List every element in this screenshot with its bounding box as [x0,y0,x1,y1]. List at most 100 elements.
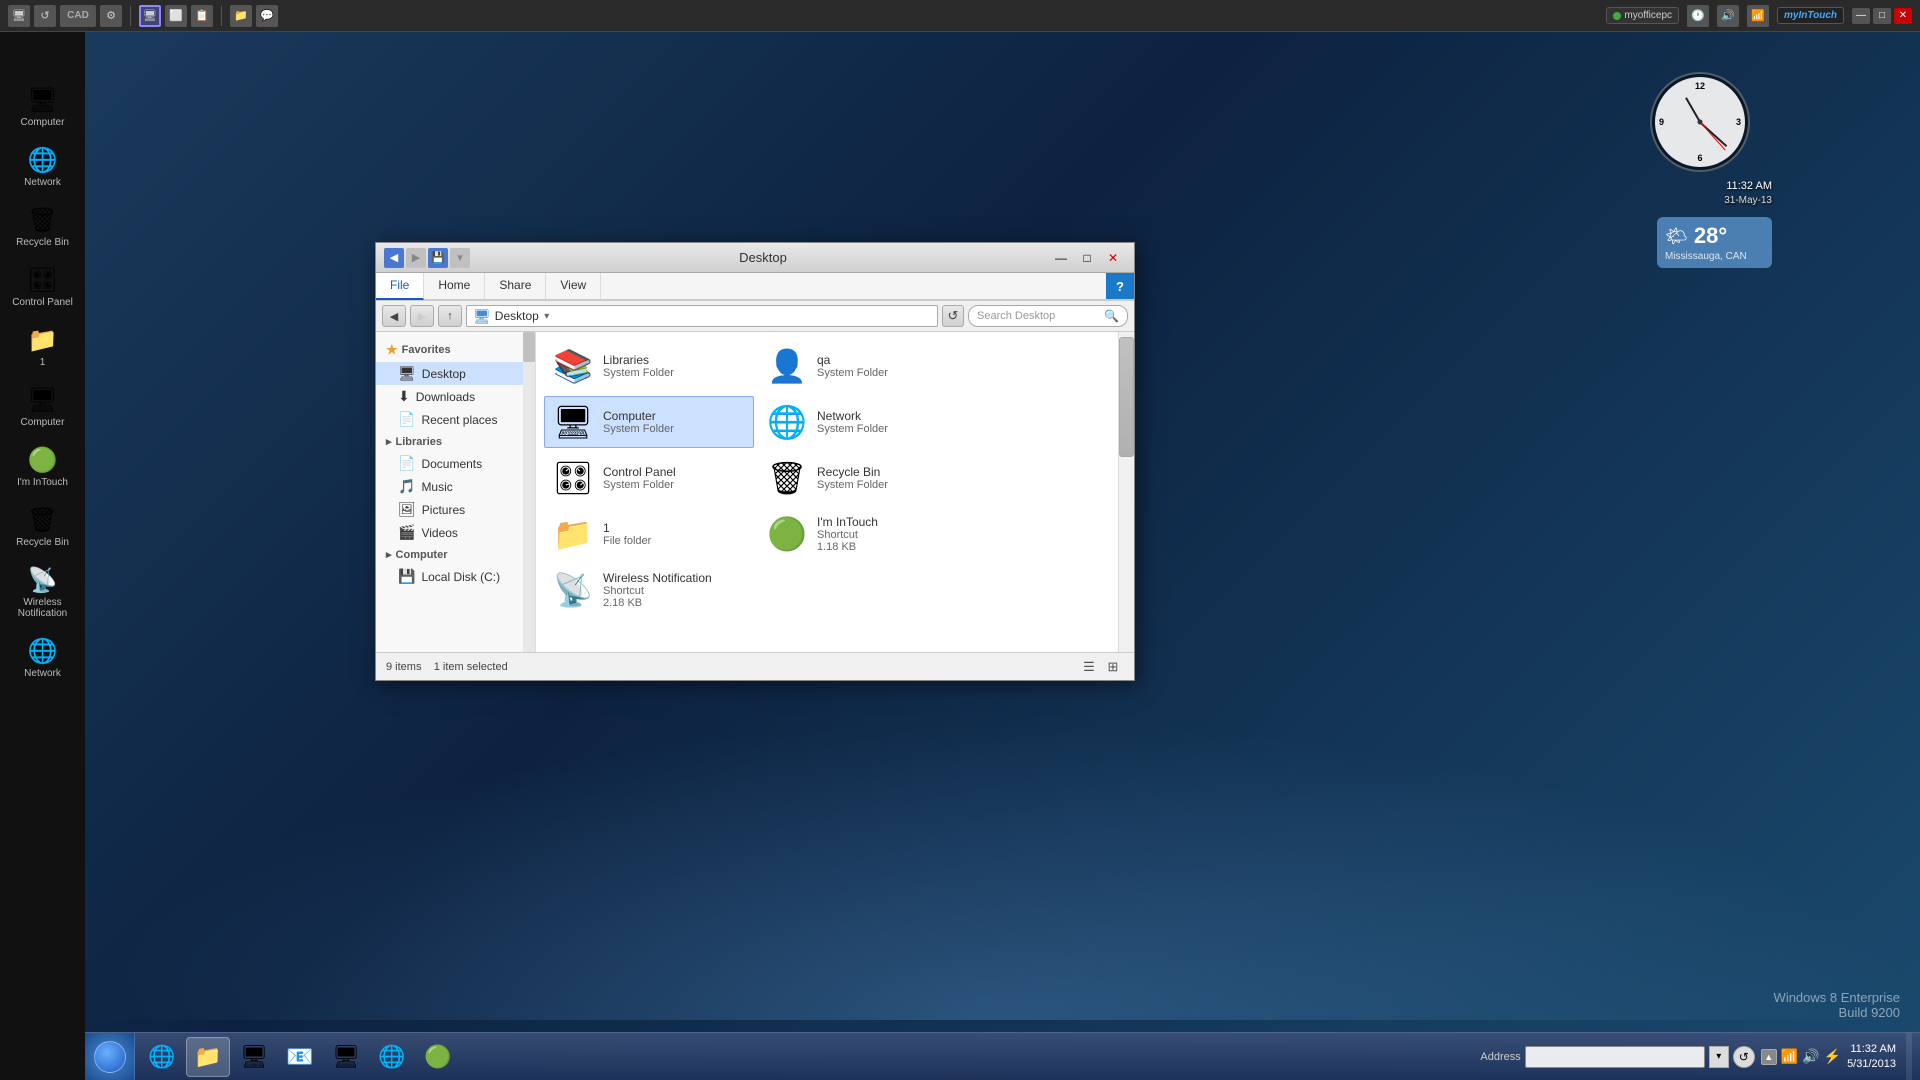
rsb-control[interactable]: 🎛 Control Panel [8,262,78,312]
rsb-recycle2[interactable]: 🗑 Recycle Bin [8,502,78,552]
nav-scrollbar-track[interactable] [523,338,535,646]
rsb-network-label: Network [24,177,61,188]
taskbar-clock[interactable]: 11:32 AM 5/31/2013 [1847,1042,1896,1071]
ribbon-tab-home[interactable]: Home [424,273,485,299]
nav-item-music[interactable]: 🎵 Music [376,475,535,498]
tb-icon-1[interactable]: 🖥 [8,5,30,27]
myofficepc-button[interactable]: myofficepc [1606,7,1679,24]
rsb-computer-icon: 🖥 [27,86,57,115]
content-scrollbar[interactable] [1118,332,1134,652]
file-recycle-bin[interactable]: 🗑 Recycle Bin System Folder [758,452,968,504]
nav-scrollbar-thumb[interactable] [523,338,535,362]
tb-icon-5[interactable]: 📋 [191,5,213,27]
nav-item-videos[interactable]: 🎬 Videos [376,521,535,544]
view-tiles-btn[interactable]: ⊞ [1102,657,1124,677]
tb-icon-4[interactable]: ⬜ [165,5,187,27]
taskbar-intouch[interactable]: 🟢 [416,1037,460,1077]
tb-down-btn[interactable]: ▾ [450,248,470,268]
start-button[interactable] [85,1033,135,1080]
rsb-network[interactable]: 🌐 Network [8,142,78,192]
ribbon-help-btn[interactable]: ? [1106,273,1134,299]
computer-nav-header[interactable]: ▸ Computer [376,544,535,565]
tb-save-btn[interactable]: 💾 [428,248,448,268]
taskbar-manage[interactable]: 🖥 [232,1037,276,1077]
rsb-computer2[interactable]: 🖥 Computer [8,382,78,432]
explorer-ribbon: File Home Share View ? [376,273,1134,301]
taskbar-remote[interactable]: 🖥 [324,1037,368,1077]
tb-icon-cad[interactable]: CAD [60,5,96,27]
nav-fwd-btn[interactable]: ▶ [410,305,434,327]
ribbon-tab-view[interactable]: View [546,273,601,299]
systray-network-icon[interactable]: 📶 [1781,1048,1798,1065]
view-details-btn[interactable]: ☰ [1078,657,1100,677]
explorer-minimize-btn[interactable]: — [1048,248,1074,268]
close-button[interactable]: ✕ [1894,8,1912,24]
rsb-folder1[interactable]: 📁 1 [8,322,78,372]
nav-item-pictures[interactable]: 🖼 Pictures [376,498,535,521]
file-computer[interactable]: 🖥 Computer System Folder [544,396,754,448]
tb-icon-6[interactable]: 📁 [230,5,252,27]
address-go-btn[interactable]: ↺ [1733,1046,1755,1068]
rsb-imintouch[interactable]: 🟢 I'm InTouch [8,442,78,492]
taskbar-ie2[interactable]: 🌐 [370,1037,414,1077]
nav-disk-label: Local Disk (C:) [421,570,500,584]
address-path-bar[interactable]: 🖥 Desktop ▾ [466,305,938,327]
favorites-header[interactable]: ★ Favorites [376,338,535,362]
tb-back-btn[interactable]: ◀ [384,248,404,268]
nav-recent-label: Recent places [421,413,497,427]
nav-item-recent[interactable]: 📄 Recent places [376,408,535,431]
file-qa[interactable]: 👤 qa System Folder [758,340,968,392]
nav-up-btn[interactable]: ↑ [438,305,462,327]
file-imintouch[interactable]: 🟢 I'm InTouch Shortcut 1.18 KB [758,508,968,560]
scrollbar-thumb[interactable] [1119,337,1134,457]
explorer-maximize-btn[interactable]: □ [1074,248,1100,268]
tb-volume-icon[interactable]: 🔊 [1717,5,1739,27]
ribbon-tab-share[interactable]: Share [485,273,546,299]
rsb-computer[interactable]: 🖥 Computer [8,82,78,132]
maximize-button[interactable]: □ [1873,8,1891,24]
taskbar-ie2-icon: 🌐 [378,1044,405,1070]
tb-icon-3[interactable]: ⚙ [100,5,122,27]
nav-item-downloads[interactable]: ⬇ Downloads [376,385,535,408]
rsb-recycle[interactable]: 🗑 Recycle Bin [8,202,78,252]
nav-back-btn[interactable]: ◀ [382,305,406,327]
minimize-button[interactable]: — [1852,8,1870,24]
taskbar-address-input[interactable] [1525,1046,1705,1068]
explorer-close-btn[interactable]: ✕ [1100,248,1126,268]
content-scroll[interactable]: 📚 Libraries System Folder 👤 [536,332,1134,652]
tb-fwd-btn[interactable]: ▶ [406,248,426,268]
rsb-wireless[interactable]: 📡 Wireless Notification [8,562,78,623]
address-path-text: Desktop [495,309,539,323]
file-control-panel[interactable]: 🎛 Control Panel System Folder [544,452,754,504]
file-folder-1[interactable]: 📁 1 File folder [544,508,754,560]
search-box[interactable]: Search Desktop 🔍 [968,305,1128,327]
nav-item-localdisk[interactable]: 💾 Local Disk (C:) [376,565,535,588]
taskbar-explorer[interactable]: 📁 [186,1037,230,1077]
ribbon-tab-file[interactable]: File [376,273,424,300]
libraries-header[interactable]: ▸ Libraries [376,431,535,452]
file-libraries[interactable]: 📚 Libraries System Folder [544,340,754,392]
systray-volume-icon[interactable]: 🔊 [1802,1048,1819,1065]
show-desktop-btn[interactable] [1906,1033,1912,1080]
address-dropdown[interactable]: ▾ [539,305,555,327]
nav-scroll[interactable]: ★ Favorites 🖥 Desktop ⬇ Downloads [376,338,535,646]
tb-icon-7[interactable]: 💬 [256,5,278,27]
tb-icon-2[interactable]: ↺ [34,5,56,27]
rsb-recycle-label: Recycle Bin [16,237,69,248]
tb-icon-monitor[interactable]: 🖥 [139,5,161,27]
rsb-wireless-icon: 📡 [28,566,58,595]
rsb-network2[interactable]: 🌐 Network [8,633,78,683]
file-network[interactable]: 🌐 Network System Folder [758,396,968,448]
file-wireless[interactable]: 📡 Wireless Notification Shortcut 2.18 KB [544,564,754,616]
tb-clock-icon[interactable]: 🕐 [1687,5,1709,27]
tb-signal-icon[interactable]: 📶 [1747,5,1769,27]
intouch-button[interactable]: myInTouch [1777,7,1844,24]
nav-item-documents[interactable]: 📄 Documents [376,452,535,475]
systray-expand-btn[interactable]: ▲ [1761,1049,1777,1065]
taskbar-outlook[interactable]: 📧 [278,1037,322,1077]
systray-power-icon[interactable]: ⚡ [1824,1048,1841,1065]
address-dropdown-btn[interactable]: ▾ [1709,1046,1729,1068]
refresh-btn[interactable]: ↺ [942,305,964,327]
taskbar-ie[interactable]: 🌐 [140,1037,184,1077]
nav-item-desktop[interactable]: 🖥 Desktop [376,362,535,385]
